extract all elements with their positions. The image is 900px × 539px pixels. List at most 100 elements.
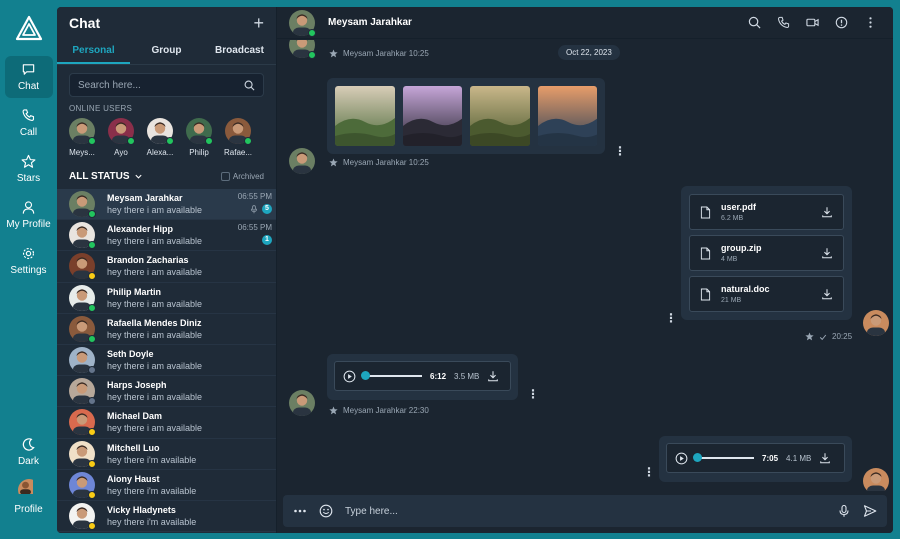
chat-list-item[interactable]: Seth Doyle hey there i am available bbox=[57, 345, 276, 377]
chat-preview: hey there i'm available bbox=[107, 516, 197, 527]
chat-list-item[interactable]: Mitchell Luo hey there i'm available bbox=[57, 439, 276, 470]
more-vertical-icon[interactable] bbox=[864, 16, 877, 29]
star-icon[interactable] bbox=[805, 332, 814, 341]
download-icon[interactable] bbox=[821, 247, 833, 259]
new-chat-plus-icon[interactable]: + bbox=[253, 14, 264, 32]
nav-item-settings[interactable]: Settings bbox=[5, 240, 53, 282]
download-icon[interactable] bbox=[487, 370, 499, 382]
message-options-icon[interactable]: ⋮ bbox=[643, 466, 655, 478]
message-options-icon[interactable]: ⋮ bbox=[614, 145, 626, 157]
nav-item-call[interactable]: Call bbox=[5, 102, 53, 144]
play-icon[interactable] bbox=[675, 452, 688, 465]
star-icon[interactable] bbox=[329, 49, 338, 58]
online-users-label: ONLINE USERS bbox=[69, 104, 133, 113]
status-dot bbox=[88, 210, 96, 219]
message-meta: Meysam Jarahkar 10:25 bbox=[329, 49, 429, 58]
online-user[interactable]: Philip bbox=[186, 118, 213, 157]
message-options-icon[interactable]: ⋮ bbox=[665, 312, 677, 324]
search-icon[interactable] bbox=[244, 80, 255, 91]
moon-icon bbox=[22, 438, 35, 451]
chat-list-item[interactable]: Rafaella Mendes Diniz hey there i am avai… bbox=[57, 314, 276, 345]
shared-image[interactable] bbox=[537, 86, 597, 146]
status-dot bbox=[88, 303, 96, 312]
chat-preview: hey there i am available bbox=[107, 423, 203, 434]
chat-name: Seth Doyle bbox=[107, 349, 154, 360]
file-attachment[interactable]: natural.doc 21 MB bbox=[689, 276, 844, 312]
phone-icon[interactable] bbox=[777, 16, 790, 29]
chat-list-item[interactable]: Harps Joseph hey there i am available bbox=[57, 376, 276, 408]
status-filter[interactable]: ALL STATUS bbox=[69, 171, 143, 182]
play-icon[interactable] bbox=[343, 370, 356, 383]
chat-list-item[interactable]: Vicky Hladynets hey there i'm available bbox=[57, 501, 276, 533]
chat-name: Mitchell Luo bbox=[107, 442, 160, 453]
online-user[interactable]: Rafae... bbox=[224, 118, 252, 157]
emoji-icon[interactable] bbox=[319, 504, 333, 518]
chat-list-item[interactable]: Alexander Hipp hey there i am available 06… bbox=[57, 220, 276, 252]
profile-button[interactable]: Profile bbox=[5, 473, 53, 521]
tab-group[interactable]: Group bbox=[130, 39, 203, 64]
chat-preview: hey there i am available bbox=[107, 267, 203, 278]
chat-time: 06:55 PM bbox=[237, 223, 272, 233]
chat-list-item[interactable]: Meysam Jarahkar hey there i am available 0… bbox=[57, 189, 276, 221]
online-user[interactable]: Alexa... bbox=[147, 118, 174, 157]
audio-progress[interactable] bbox=[361, 371, 422, 380]
status-dot bbox=[88, 241, 96, 250]
send-icon[interactable] bbox=[863, 504, 877, 518]
message-input[interactable] bbox=[345, 505, 825, 517]
online-user[interactable]: Ayo bbox=[108, 118, 135, 157]
download-icon[interactable] bbox=[821, 206, 833, 218]
archived-checkbox[interactable] bbox=[220, 171, 230, 181]
search-icon[interactable] bbox=[748, 16, 761, 29]
download-icon[interactable] bbox=[819, 452, 831, 464]
conversation-panel: Meysam Jarahkar Oct 22, 2023 Meysam Jara… bbox=[277, 7, 893, 533]
audio-scrub-handle[interactable] bbox=[693, 453, 702, 462]
user-icon bbox=[22, 201, 35, 214]
audio-progress[interactable] bbox=[693, 453, 754, 462]
file-size: 21 MB bbox=[721, 297, 742, 304]
audio-scrub-handle[interactable] bbox=[361, 371, 370, 380]
file-attachment[interactable]: group.zip 4 MB bbox=[689, 235, 844, 271]
avatar bbox=[69, 347, 96, 375]
audio-size: 3.5 MB bbox=[454, 371, 480, 381]
sent-time: 20:25 bbox=[832, 332, 853, 341]
status-dot bbox=[88, 334, 96, 343]
tab-personal[interactable]: Personal bbox=[57, 39, 130, 64]
microphone-icon[interactable] bbox=[837, 504, 851, 518]
info-icon[interactable] bbox=[835, 16, 848, 29]
online-user-name: Meys... bbox=[69, 148, 95, 157]
chat-list-item[interactable]: Philip Martin hey there i am available bbox=[57, 283, 276, 314]
chat-name: Michael Dam bbox=[107, 411, 163, 422]
online-user[interactable]: Meys... bbox=[69, 118, 96, 157]
message-options-icon[interactable]: ⋮ bbox=[527, 388, 539, 400]
search-input[interactable] bbox=[78, 79, 238, 91]
nav-item-my-profile[interactable]: My Profile bbox=[5, 194, 53, 236]
chat-preview: hey there i am available bbox=[107, 392, 203, 403]
more-options-icon[interactable] bbox=[293, 504, 307, 518]
shared-image[interactable] bbox=[470, 86, 530, 146]
tab-broadcast[interactable]: Broadcast bbox=[203, 39, 276, 64]
dark-mode-toggle[interactable]: Dark bbox=[5, 431, 53, 473]
audio-duration: 7:05 bbox=[762, 453, 779, 463]
star-icon[interactable] bbox=[329, 158, 338, 167]
file-attachment[interactable]: user.pdf 6.2 MB bbox=[689, 194, 844, 230]
video-call-icon[interactable] bbox=[806, 16, 819, 29]
archived-toggle[interactable]: Archived bbox=[220, 171, 264, 181]
shared-image[interactable] bbox=[335, 86, 395, 146]
microphone-icon bbox=[251, 204, 257, 213]
avatar bbox=[17, 479, 40, 501]
star-icon[interactable] bbox=[329, 406, 338, 415]
message-meta: Meysam Jarahkar 10:25 bbox=[329, 158, 429, 167]
download-icon[interactable] bbox=[821, 288, 833, 300]
avatar bbox=[225, 118, 252, 145]
chat-list-item[interactable]: Brandon Zacharias hey there i am availabl… bbox=[57, 251, 276, 283]
avatar bbox=[147, 118, 174, 145]
nav-item-chat[interactable]: Chat bbox=[4, 56, 53, 98]
chat-list-item[interactable]: Aiony Haust hey there i'm available bbox=[57, 470, 276, 501]
nav-item-stars[interactable]: Stars bbox=[5, 148, 53, 190]
chat-list-item[interactable]: Michael Dam hey there i am available bbox=[57, 407, 276, 439]
avatar[interactable] bbox=[289, 9, 316, 37]
file-name: group.zip bbox=[721, 243, 762, 253]
avatar bbox=[69, 378, 96, 406]
avatar bbox=[69, 222, 96, 250]
shared-image[interactable] bbox=[402, 86, 462, 146]
